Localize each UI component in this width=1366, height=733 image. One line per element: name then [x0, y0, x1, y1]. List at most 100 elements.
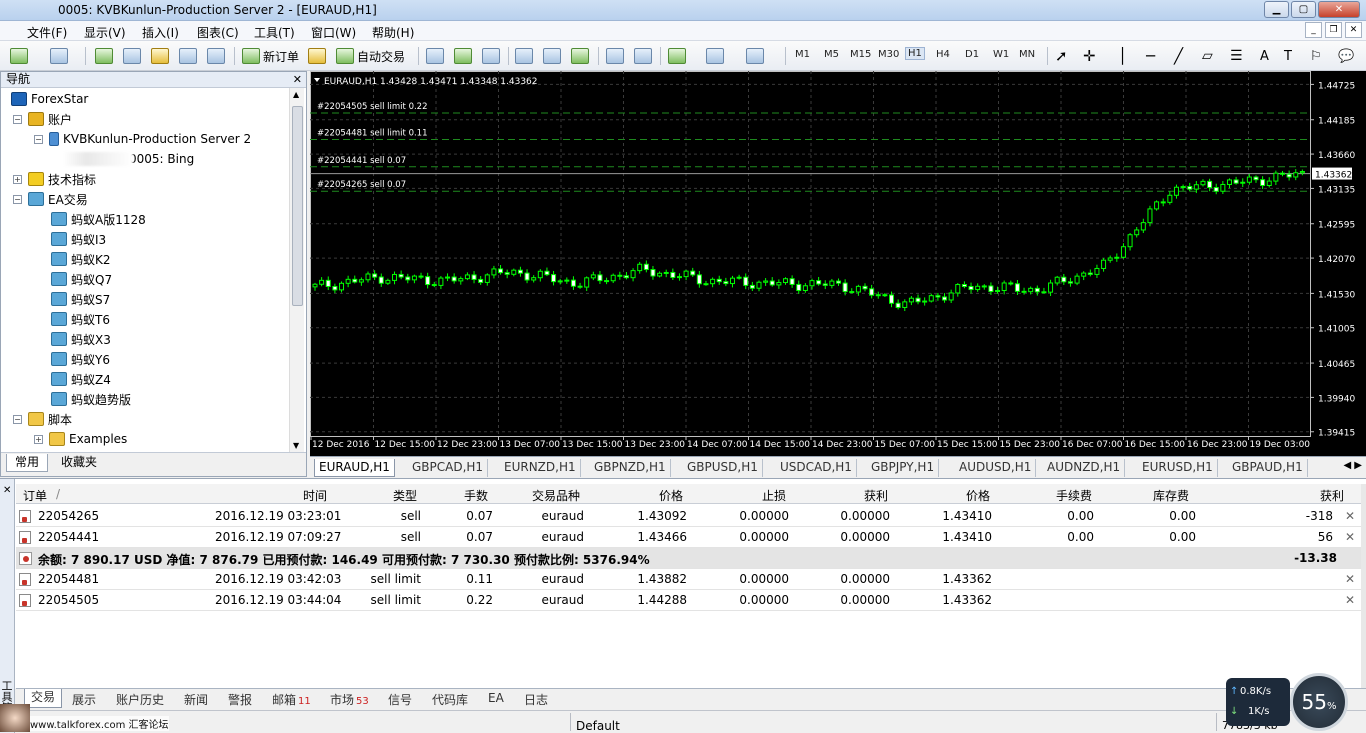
expand-icon[interactable]: + — [34, 434, 43, 444]
metaeditor-icon[interactable] — [308, 48, 326, 64]
tab-journal[interactable]: 日志 — [524, 691, 548, 708]
tab-mailbox[interactable]: 邮箱 11 — [272, 691, 311, 708]
tabs-scroll-icon[interactable]: ◀ ▶ — [1343, 460, 1362, 471]
mdi-minimize-button[interactable]: _ — [1305, 22, 1322, 38]
chart-tab-gbpcad[interactable]: GBPCAD,H1 — [408, 459, 489, 477]
navigator-scrollbar[interactable]: ▲ ▼ — [289, 88, 304, 452]
chart-tab-eurnzd[interactable]: EURNZD,H1 — [500, 459, 581, 477]
profiles-icon[interactable] — [50, 48, 68, 64]
chart-window[interactable]: 1.44725 1.44185 1.43660 1.43135 1.42595 1.420… — [310, 71, 1366, 456]
delete-order-icon[interactable]: ✕ — [1345, 593, 1355, 607]
tree-item-examples[interactable]: + Examples — [34, 430, 127, 448]
tab-news[interactable]: 新闻 — [184, 691, 208, 708]
auto-trade-button[interactable]: 自动交易 — [336, 46, 405, 66]
table-row[interactable]: 22054441 2016.12.19 07:09:27 sell 0.07 e… — [16, 527, 1361, 548]
collapse-icon[interactable]: − — [13, 114, 22, 124]
chart-tab-eurusd[interactable]: EURUSD,H1 — [1138, 459, 1218, 477]
timeframe-h4[interactable]: H4 — [936, 49, 950, 60]
scroll-up-icon[interactable]: ▲ — [293, 90, 299, 99]
tab-market[interactable]: 市场 53 — [330, 691, 369, 708]
col-price[interactable]: 价格 — [659, 487, 683, 504]
tab-account-history[interactable]: 账户历史 — [116, 691, 164, 708]
tree-item-account[interactable]: 0005: Bing — [63, 150, 195, 168]
zoom-out-icon[interactable] — [543, 48, 561, 64]
tree-item-ea-trend[interactable]: 蚂蚁趋势版 — [51, 390, 131, 408]
arrows-icon[interactable]: ⚐ — [1310, 46, 1322, 66]
terminal-close-icon[interactable]: ✕ — [3, 485, 11, 496]
close-order-icon[interactable]: ✕ — [1345, 509, 1355, 523]
timeframe-w1[interactable]: W1 — [993, 49, 1009, 60]
fibonacci-icon[interactable]: ☰ — [1230, 46, 1243, 66]
col-swap[interactable]: 库存费 — [1153, 487, 1189, 504]
terminal-icon[interactable] — [179, 48, 197, 64]
tree-item-ea-y6[interactable]: 蚂蚁Y6 — [51, 350, 110, 368]
timeframe-m5[interactable]: M5 — [824, 49, 839, 60]
tree-item-ea[interactable]: − EA交易 — [13, 190, 88, 208]
data-window-icon[interactable] — [123, 48, 141, 64]
tree-item-scripts[interactable]: − 脚本 — [13, 410, 72, 428]
timeframe-h1[interactable]: H1 — [905, 47, 925, 60]
menu-tools[interactable]: 工具(T) — [254, 24, 295, 41]
collapse-icon[interactable]: − — [13, 194, 22, 204]
tree-item-ea-i3[interactable]: 蚂蚁I3 — [51, 230, 106, 248]
navigator-icon[interactable] — [151, 48, 169, 64]
tree-item-forexstar[interactable]: ForexStar — [11, 90, 88, 108]
timeframe-d1[interactable]: D1 — [965, 49, 979, 60]
navigator-close-icon[interactable]: ✕ — [293, 72, 302, 87]
timeframe-m30[interactable]: M30 — [878, 49, 899, 60]
tree-item-ea-a1128[interactable]: 蚂蚁A版1128 — [51, 210, 146, 228]
close-button[interactable]: ✕ — [1318, 1, 1360, 18]
timeframe-m15[interactable]: M15 — [850, 49, 871, 60]
tab-common[interactable]: 常用 — [6, 454, 49, 472]
channel-icon[interactable]: ▱ — [1202, 46, 1213, 66]
candlestick-icon[interactable] — [454, 48, 472, 64]
chart-tab-usdcad[interactable]: USDCAD,H1 — [776, 459, 857, 477]
chart-tab-gbpaud[interactable]: GBPAUD,H1 — [1228, 459, 1308, 477]
chart-shift-icon[interactable] — [606, 48, 624, 64]
scroll-down-icon[interactable]: ▼ — [293, 441, 299, 450]
cursor-icon[interactable]: ➚ — [1055, 46, 1068, 66]
col-profit[interactable]: 获利 — [1320, 487, 1344, 504]
menu-chart[interactable]: 图表(C) — [197, 24, 239, 41]
market-watch-icon[interactable] — [95, 48, 113, 64]
menu-insert[interactable]: 插入(I) — [142, 24, 179, 41]
col-tp[interactable]: 获利 — [864, 487, 888, 504]
candlestick-chart[interactable]: 1.44725 1.44185 1.43660 1.43135 1.42595 1.420… — [310, 71, 1366, 456]
table-row[interactable]: 22054265 2016.12.19 03:23:01 sell 0.07 e… — [16, 506, 1361, 527]
periods-icon[interactable] — [706, 48, 724, 64]
indicators-icon[interactable] — [668, 48, 686, 64]
text-icon[interactable]: A — [1260, 46, 1269, 66]
menu-help[interactable]: 帮助(H) — [372, 24, 414, 41]
line-chart-icon[interactable] — [482, 48, 500, 64]
comment-icon[interactable]: 💬 — [1338, 46, 1354, 66]
tree-item-ea-x3[interactable]: 蚂蚁X3 — [51, 330, 111, 348]
tab-code-base[interactable]: 代码库 — [432, 691, 468, 708]
auto-scroll-icon[interactable] — [634, 48, 652, 64]
tree-item-ea-k2[interactable]: 蚂蚁K2 — [51, 250, 111, 268]
tab-ea[interactable]: EA — [488, 691, 504, 705]
chart-tab-gbpnzd[interactable]: GBPNZD,H1 — [590, 459, 671, 477]
collapse-icon[interactable]: − — [13, 414, 22, 424]
delete-order-icon[interactable]: ✕ — [1345, 572, 1355, 586]
chart-tab-gbpusd[interactable]: GBPUSD,H1 — [683, 459, 763, 477]
chart-tab-audnzd[interactable]: AUDNZD,H1 — [1043, 459, 1126, 477]
col-sl[interactable]: 止损 — [762, 487, 786, 504]
col-type[interactable]: 类型 — [393, 487, 417, 504]
col-commission[interactable]: 手续费 — [1056, 487, 1092, 504]
trendline-icon[interactable]: ╱ — [1174, 46, 1183, 66]
mdi-restore-button[interactable]: ❐ — [1325, 22, 1342, 38]
timeframe-m1[interactable]: M1 — [795, 49, 810, 60]
chart-tab-audusd[interactable]: AUDUSD,H1 — [955, 459, 1037, 477]
chart-tab-euraud[interactable]: EURAUD,H1 — [314, 459, 395, 477]
tree-item-server[interactable]: − KVBKunlun-Production Server 2 — [34, 130, 251, 148]
zoom-in-icon[interactable] — [515, 48, 533, 64]
tab-signals[interactable]: 信号 — [388, 691, 412, 708]
col-order[interactable]: 订单 — [23, 487, 47, 504]
tab-alerts[interactable]: 警报 — [228, 691, 252, 708]
tree-item-ea-q7[interactable]: 蚂蚁Q7 — [51, 270, 112, 288]
maximize-button[interactable]: ▢ — [1291, 1, 1316, 18]
label-icon[interactable]: T — [1284, 46, 1292, 66]
scroll-thumb[interactable] — [292, 106, 303, 306]
mdi-close-button[interactable]: ✕ — [1345, 22, 1362, 38]
chart-tab-gbpjpy[interactable]: GBPJPY,H1 — [867, 459, 940, 477]
